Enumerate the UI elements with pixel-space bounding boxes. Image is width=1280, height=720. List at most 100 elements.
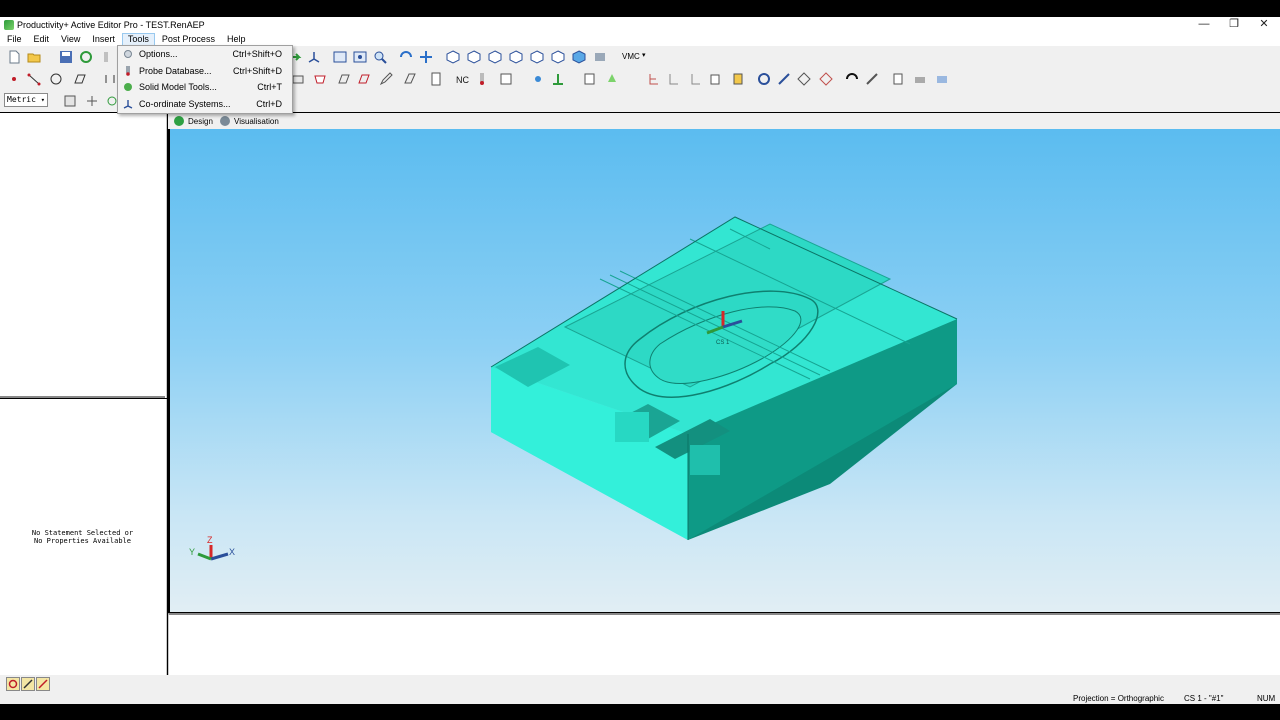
tree-collapse-icon[interactable] — [666, 71, 682, 87]
transform-icon[interactable] — [776, 71, 792, 87]
export-icon[interactable] — [890, 71, 906, 87]
part-model: CS 1 Z X Y — [189, 216, 958, 561]
print-preview-icon[interactable] — [934, 71, 950, 87]
machine-label[interactable]: VMC — [622, 52, 640, 61]
grid-icon[interactable] — [84, 93, 100, 109]
save-file-icon[interactable] — [58, 49, 74, 65]
restore-button[interactable]: ❐ — [1219, 17, 1249, 32]
plane-icon[interactable] — [72, 71, 88, 87]
visualisation-icon — [220, 116, 230, 126]
machine-dropdown-icon[interactable]: ▾ — [642, 51, 646, 59]
menu-post-process[interactable]: Post Process — [157, 33, 220, 46]
print-icon[interactable] — [912, 71, 928, 87]
menu-item-options[interactable]: Options... Ctrl+Shift+O — [118, 46, 292, 63]
mirror-icon[interactable] — [818, 71, 834, 87]
close-button[interactable]: ✕ — [1249, 17, 1279, 32]
align-icon[interactable] — [550, 71, 566, 87]
menu-item-shortcut: Ctrl+T — [257, 82, 282, 93]
menu-item-coordinate-systems[interactable]: Co-ordinate Systems... Ctrl+D — [118, 96, 292, 113]
no-props-line-2: No Properties Available — [34, 537, 131, 545]
line-icon[interactable] — [26, 71, 42, 87]
no-props-line-1: No Statement Selected or — [31, 529, 134, 537]
paste-icon[interactable] — [730, 71, 746, 87]
zoom-fit-icon[interactable] — [352, 49, 368, 65]
machine-view-icon[interactable] — [592, 49, 608, 65]
zoom-window-icon[interactable] — [332, 49, 348, 65]
probe-path-icon[interactable] — [402, 71, 418, 87]
calculator-icon[interactable] — [62, 93, 78, 109]
menu-insert[interactable]: Insert — [87, 33, 120, 46]
tree-expand-icon[interactable] — [646, 71, 662, 87]
view-tabs: Design Visualisation — [168, 113, 1280, 129]
svg-text:NC: NC — [456, 75, 469, 85]
edit-pen-icon[interactable] — [21, 677, 35, 691]
view-left-icon[interactable] — [508, 49, 524, 65]
tab-visualisation[interactable]: Visualisation — [220, 114, 279, 128]
axis-triad: Z X Y — [189, 535, 235, 561]
menu-view[interactable]: View — [56, 33, 85, 46]
edge-icon[interactable] — [356, 71, 372, 87]
tools-dropdown-menu: Options... Ctrl+Shift+O Probe Database..… — [117, 45, 293, 114]
program-tree-panel[interactable] — [0, 113, 167, 398]
surface-icon[interactable] — [336, 71, 352, 87]
view-back-icon[interactable] — [487, 49, 503, 65]
view-top-icon[interactable] — [550, 49, 566, 65]
rotate-icon[interactable] — [398, 49, 414, 65]
coordinate-icon — [122, 98, 134, 110]
new-file-icon[interactable] — [6, 49, 22, 65]
measure-icon[interactable] — [530, 71, 546, 87]
window-title: Productivity+ Active Editor Pro - TEST.R… — [17, 19, 205, 30]
simulate-icon[interactable] — [864, 71, 880, 87]
record-icon[interactable] — [6, 677, 20, 691]
nc-icon[interactable]: NC — [454, 71, 470, 87]
report-icon[interactable] — [428, 71, 444, 87]
group-icon[interactable] — [498, 71, 514, 87]
copy-icon[interactable] — [708, 71, 724, 87]
menu-bar: File Edit View Insert Tools Post Process… — [0, 32, 1280, 46]
tab-label: Design — [188, 116, 213, 126]
num-lock-status: NUM — [1257, 694, 1276, 703]
pencil-icon[interactable] — [378, 71, 394, 87]
axis-icon[interactable] — [306, 49, 322, 65]
menu-edit[interactable]: Edit — [29, 33, 55, 46]
rotate-part-icon[interactable] — [844, 71, 860, 87]
circle-icon[interactable] — [48, 71, 64, 87]
design-icon — [174, 116, 184, 126]
cycle-icon[interactable] — [756, 71, 772, 87]
3d-viewport[interactable]: CS 1 Z X Y — [170, 129, 1280, 612]
point-icon[interactable] — [6, 71, 22, 87]
fill-icon[interactable] — [604, 71, 620, 87]
view-shaded-icon[interactable] — [571, 49, 587, 65]
refresh-icon[interactable] — [78, 49, 94, 65]
tab-label: Visualisation — [234, 116, 279, 126]
panel-splitter[interactable] — [0, 396, 165, 398]
menu-help[interactable]: Help — [222, 33, 251, 46]
slot-icon[interactable] — [312, 71, 328, 87]
minimize-button[interactable]: — — [1189, 17, 1219, 32]
menu-item-solid-model-tools[interactable]: Solid Model Tools... Ctrl+T — [118, 79, 292, 96]
triad-y-label: Y — [189, 547, 195, 557]
open-file-icon[interactable] — [26, 49, 42, 65]
triad-z-label: Z — [207, 535, 213, 545]
marker-icon[interactable] — [36, 677, 50, 691]
menu-tools[interactable]: Tools — [121, 32, 155, 46]
tool-icon[interactable] — [98, 49, 114, 65]
edit-report-icon[interactable] — [582, 71, 598, 87]
cylinder-icon[interactable] — [102, 71, 118, 87]
title-bar: Productivity+ Active Editor Pro - TEST.R… — [0, 17, 1280, 32]
view-iso-icon[interactable] — [445, 49, 461, 65]
probe-tool-icon[interactable] — [474, 71, 490, 87]
pan-icon[interactable] — [418, 49, 434, 65]
tree-list-icon[interactable] — [688, 71, 704, 87]
zoom-icon[interactable] — [372, 49, 388, 65]
view-front-icon[interactable] — [466, 49, 482, 65]
coordinate-system-status: CS 1 - "#1" — [1184, 694, 1224, 703]
chevron-down-icon: ▾ — [40, 96, 45, 104]
status-bar: Projection = Orthographic CS 1 - "#1" NU… — [0, 693, 1280, 704]
units-select[interactable]: Metric ▾ — [4, 93, 48, 107]
menu-file[interactable]: File — [2, 33, 27, 46]
view-right-icon[interactable] — [529, 49, 545, 65]
menu-item-probe-database[interactable]: Probe Database... Ctrl+Shift+D — [118, 63, 292, 80]
pattern-icon[interactable] — [796, 71, 812, 87]
tab-design[interactable]: Design — [174, 114, 213, 128]
